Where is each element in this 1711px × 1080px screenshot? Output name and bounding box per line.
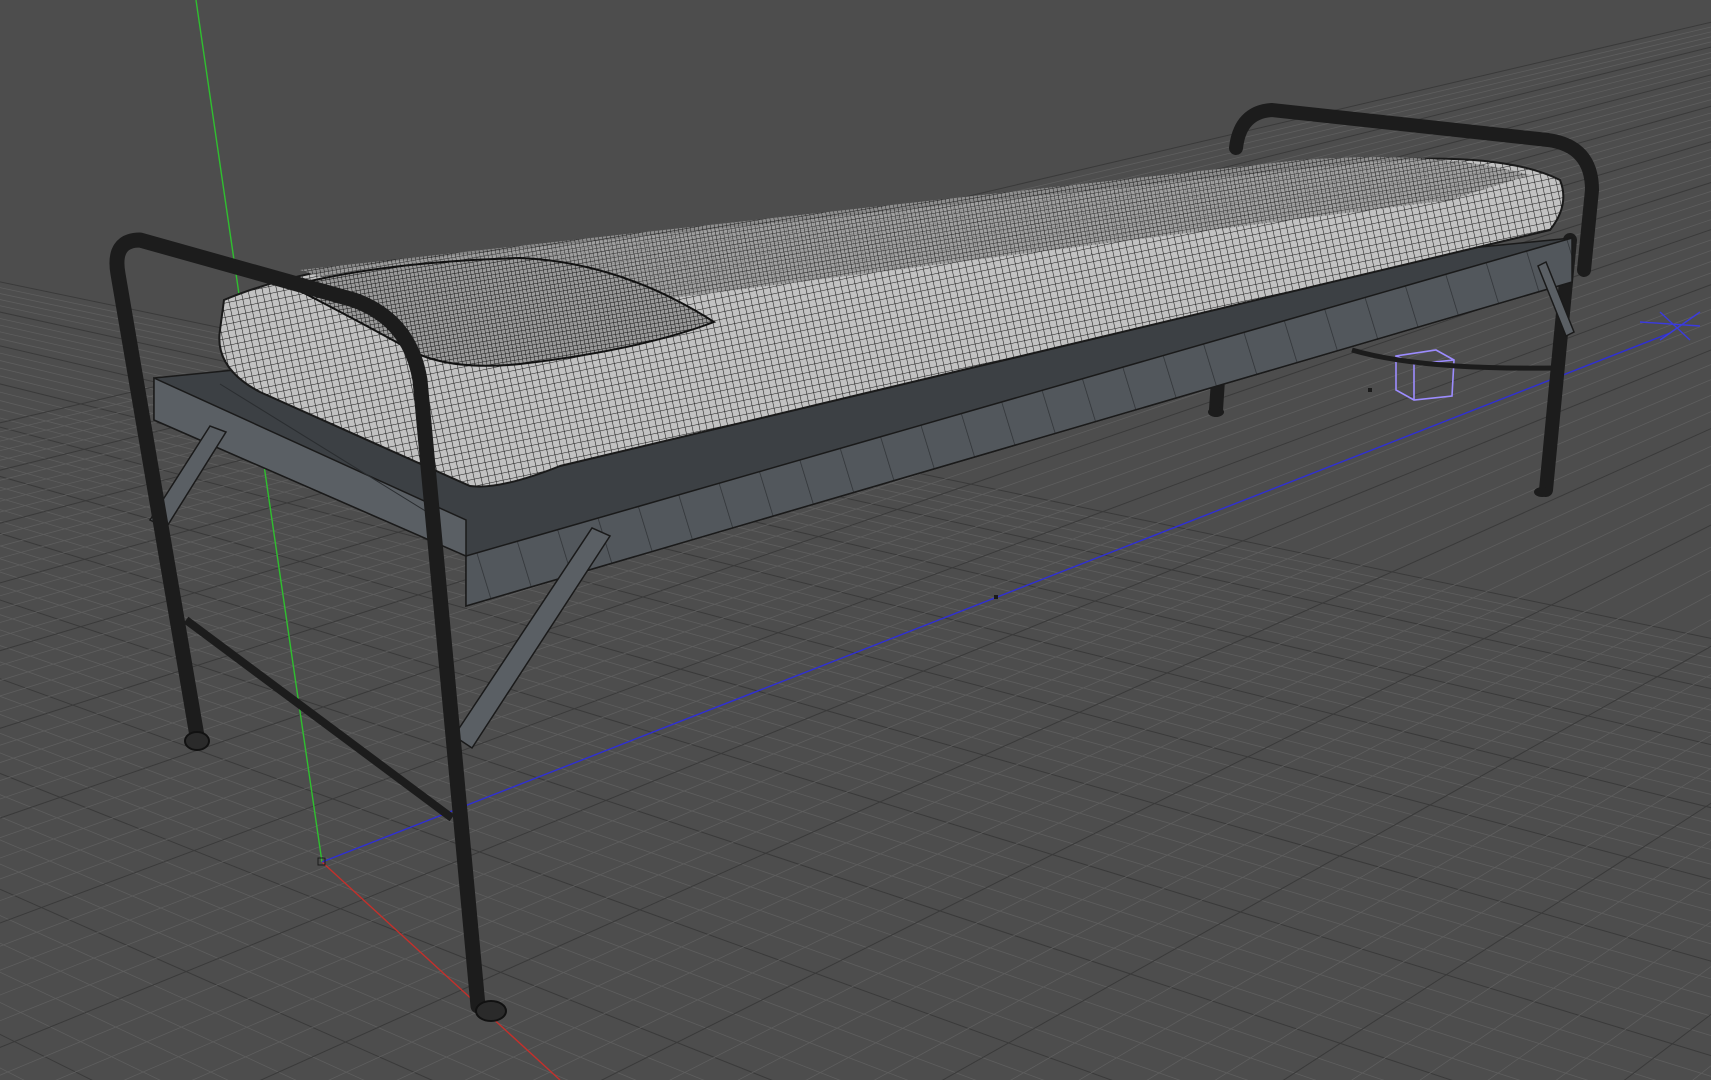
viewport-canvas[interactable] — [0, 0, 1711, 1080]
pivot-dot — [994, 595, 998, 599]
3d-viewport[interactable] — [0, 0, 1711, 1080]
